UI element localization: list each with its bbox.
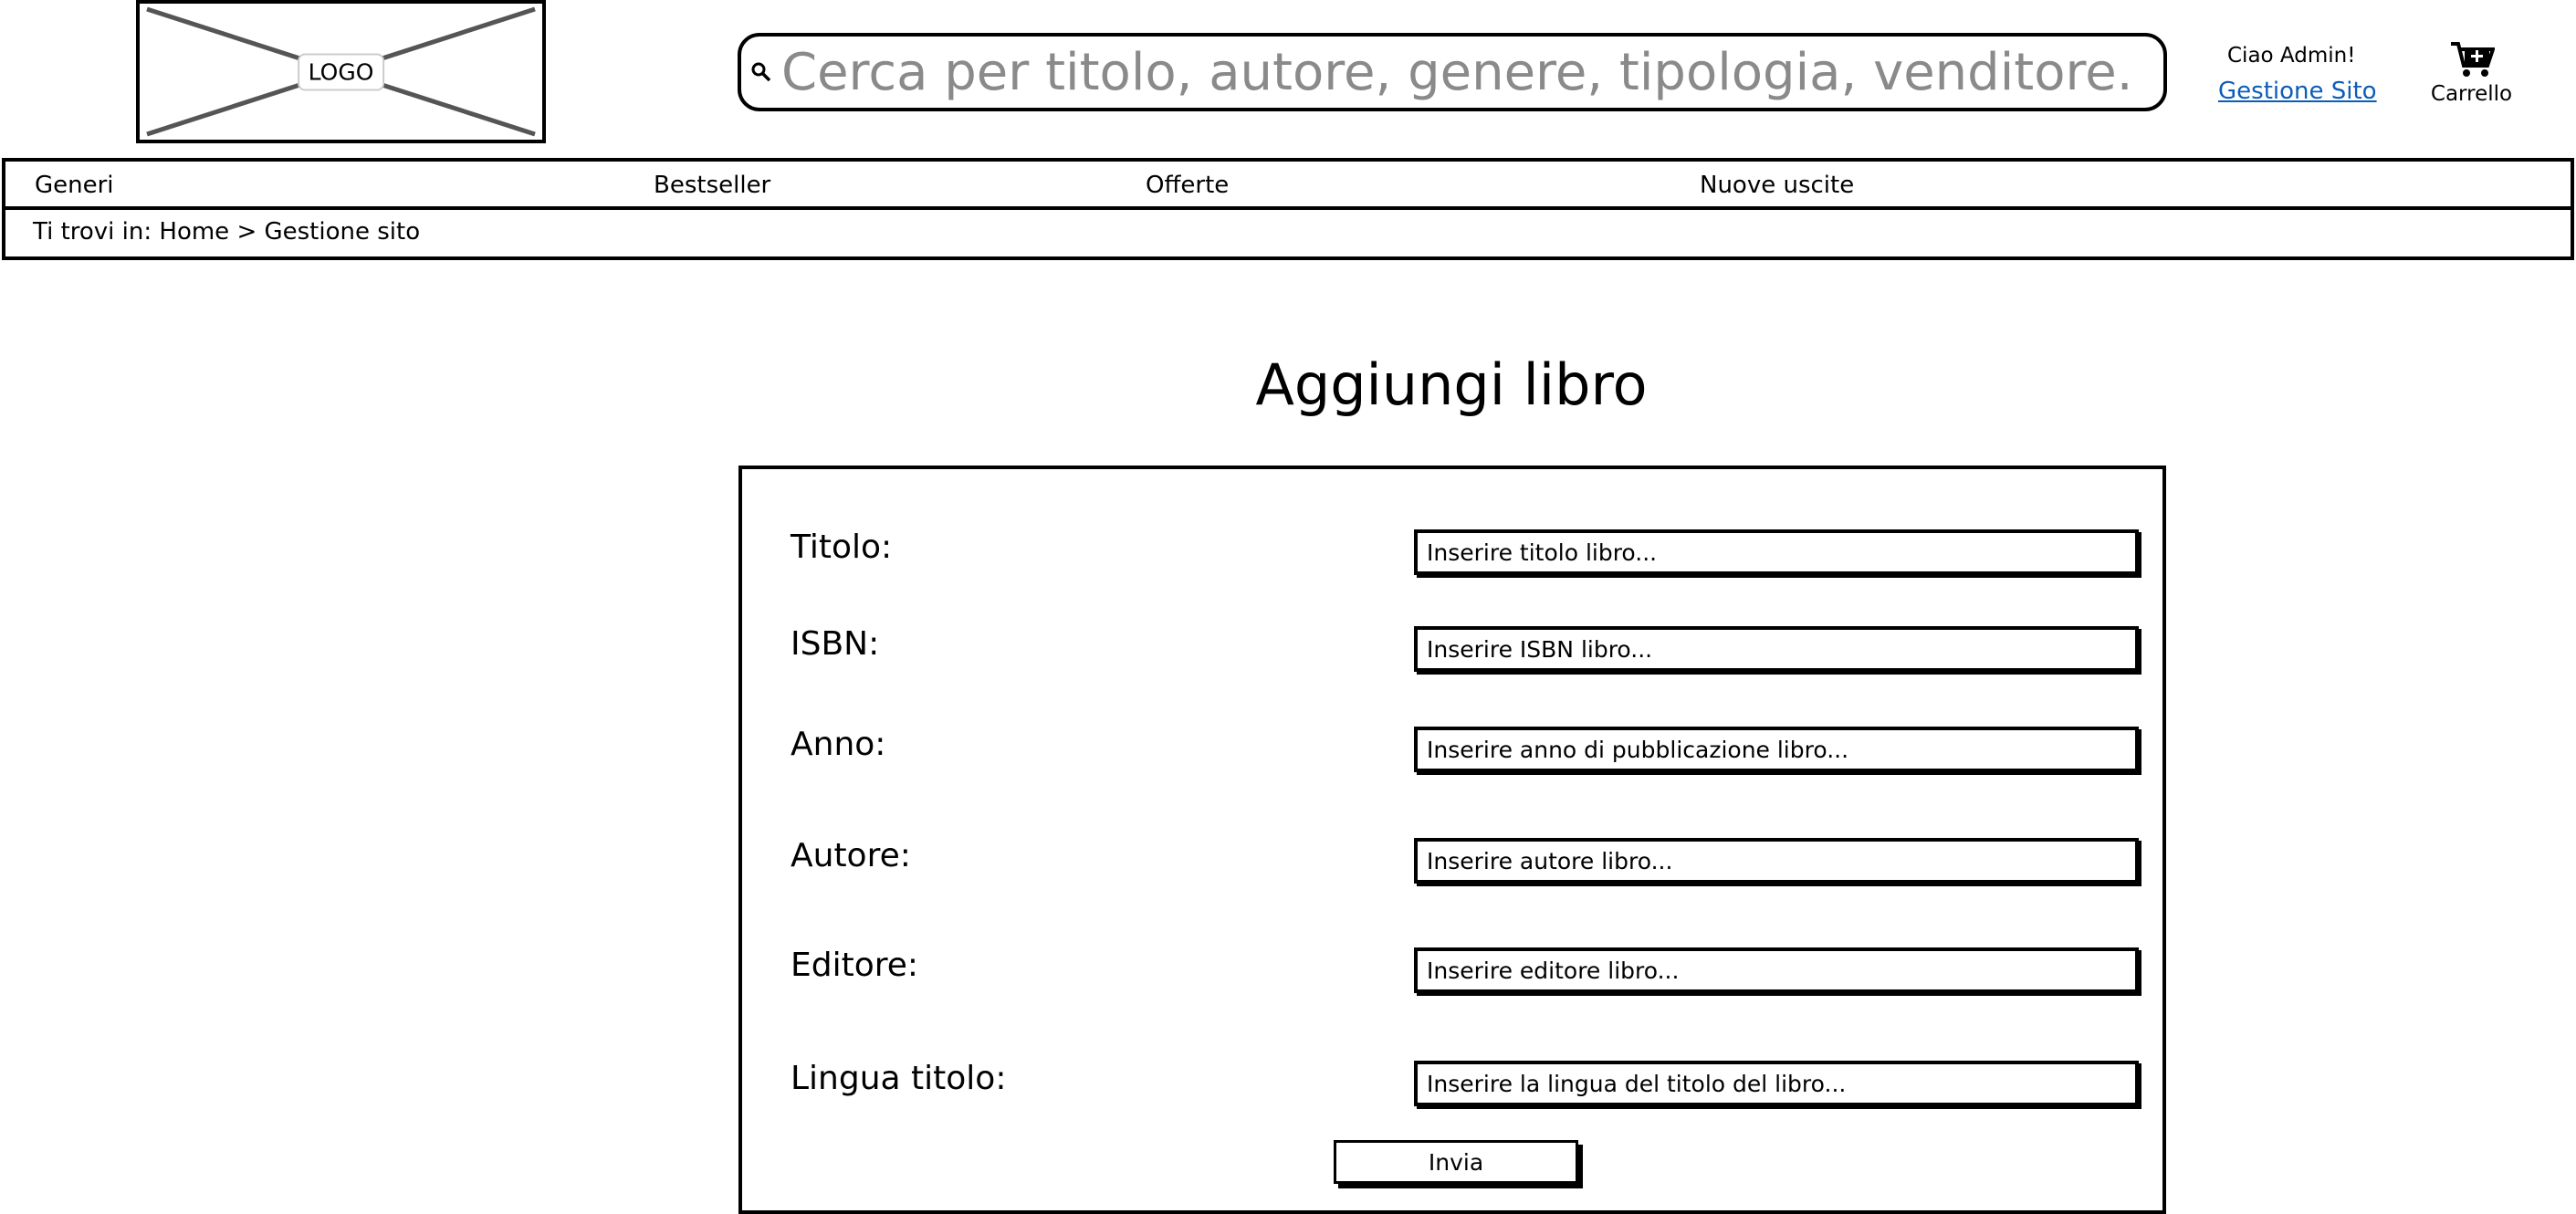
publisher-input[interactable]	[1414, 947, 2139, 993]
nav-item-generi[interactable]: Generi	[35, 172, 114, 199]
publisher-label: Editore:	[791, 947, 919, 984]
year-label: Anno:	[791, 726, 886, 763]
nav-item-offerte[interactable]: Offerte	[1146, 172, 1229, 199]
site-management-link[interactable]: Gestione Sito	[2218, 78, 2377, 105]
breadcrumb: Ti trovi in: Home > Gestione sito	[33, 218, 421, 246]
isbn-input[interactable]	[1414, 626, 2139, 672]
author-label: Autore:	[791, 837, 911, 874]
cart-button[interactable]: Carrello	[2424, 37, 2519, 110]
nav-item-nuove-uscite[interactable]: Nuove uscite	[1700, 172, 1854, 199]
year-input[interactable]	[1414, 727, 2139, 772]
logo-label: LOGO	[297, 53, 385, 90]
title-label: Titolo:	[791, 529, 893, 566]
language-label: Lingua titolo:	[791, 1060, 1007, 1097]
search-icon	[751, 62, 771, 82]
search-input[interactable]	[781, 42, 2132, 102]
search-bar[interactable]	[738, 33, 2167, 111]
language-input[interactable]	[1414, 1061, 2139, 1106]
title-input[interactable]	[1414, 529, 2139, 575]
logo: LOGO	[136, 0, 546, 143]
greeting-text: Ciao Admin!	[2227, 44, 2356, 68]
nav-item-bestseller[interactable]: Bestseller	[654, 172, 770, 199]
isbn-label: ISBN:	[791, 625, 880, 663]
main-nav: Generi Bestseller Offerte Nuove uscite	[2, 158, 2574, 210]
page-title: Aggiungi libro	[1255, 351, 1648, 418]
submit-button[interactable]: Invia	[1334, 1140, 1578, 1184]
add-book-form: Titolo: ISBN: Anno: Autore: Editore: Lin…	[738, 466, 2166, 1214]
cart-label: Carrello	[2430, 82, 2513, 106]
cart-icon	[2450, 42, 2495, 77]
author-input[interactable]	[1414, 838, 2139, 884]
breadcrumb-bar: Ti trovi in: Home > Gestione sito	[2, 210, 2574, 260]
